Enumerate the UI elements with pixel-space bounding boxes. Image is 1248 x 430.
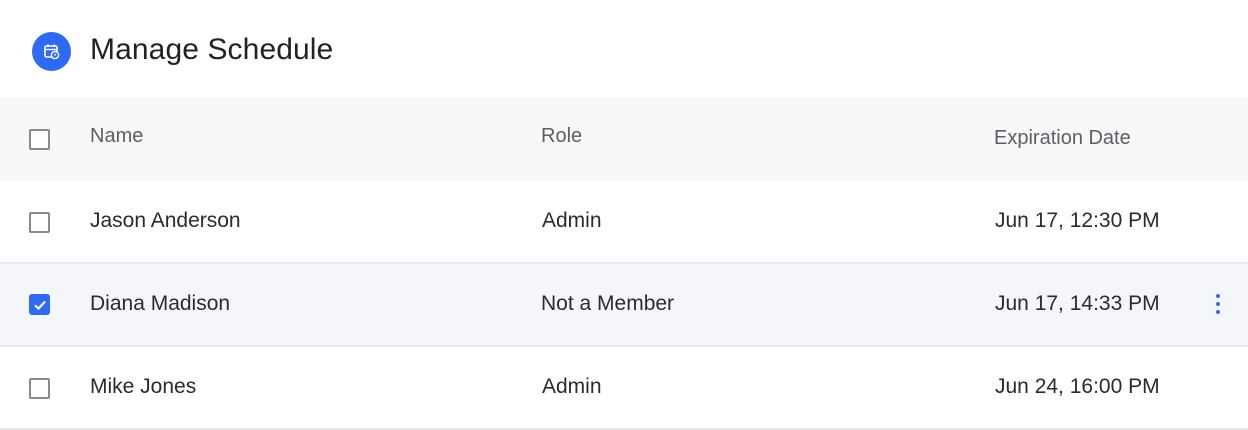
more-options-icon[interactable] — [1211, 291, 1225, 317]
row-checkbox[interactable] — [29, 212, 50, 233]
members-table: Name Role Expiration Date Jason Anderson… — [0, 98, 1248, 430]
checkmark-icon — [33, 300, 46, 310]
table-row[interactable]: Mike Jones Admin Jun 24, 16:00 PM — [0, 347, 1248, 430]
page-title: Manage Schedule — [90, 33, 334, 66]
select-all-checkbox[interactable] — [29, 129, 50, 150]
row-expiration: Jun 17, 14:33 PM — [995, 292, 1160, 315]
page-header: Manage Schedule — [0, 0, 1248, 98]
column-header-role[interactable]: Role — [541, 123, 582, 149]
table-row[interactable]: Diana Madison Not a Member Jun 17, 14:33… — [0, 264, 1248, 347]
row-role: Admin — [542, 375, 602, 398]
column-header-expiration-date[interactable]: Expiration Date — [994, 125, 1131, 151]
row-name: Jason Anderson — [90, 209, 241, 232]
column-header-name[interactable]: Name — [90, 123, 143, 149]
table-header-row: Name Role Expiration Date — [0, 98, 1248, 181]
row-expiration: Jun 24, 16:00 PM — [995, 375, 1160, 398]
row-checkbox[interactable] — [29, 378, 50, 399]
row-checkbox-checked[interactable] — [29, 294, 50, 315]
row-role: Admin — [542, 209, 602, 232]
row-expiration: Jun 17, 12:30 PM — [995, 209, 1160, 232]
table-row[interactable]: Jason Anderson Admin Jun 17, 12:30 PM — [0, 181, 1248, 264]
row-role: Not a Member — [541, 292, 675, 315]
calendar-clock-icon — [32, 32, 71, 71]
row-name: Diana Madison — [90, 292, 231, 315]
row-name: Mike Jones — [90, 375, 197, 398]
